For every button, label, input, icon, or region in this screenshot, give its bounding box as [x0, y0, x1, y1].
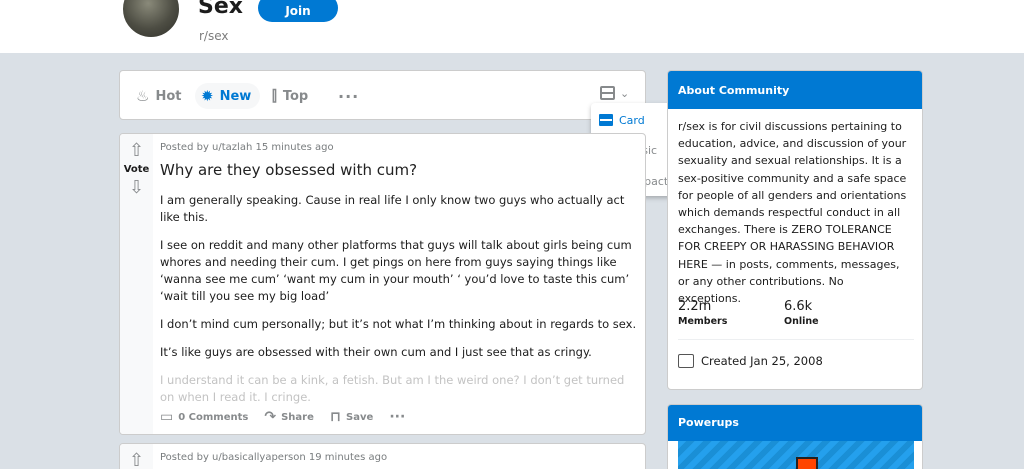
about-community-widget: About Community r/sex is for civil discu… [667, 70, 923, 390]
share-button[interactable]: ↷ Share [264, 409, 314, 425]
cake-icon [678, 354, 694, 368]
comments-label: 0 Comments [178, 411, 249, 423]
post-actions: ▭ 0 Comments ↷ Share ⊓ Save ··· [160, 409, 421, 425]
post-card[interactable]: ⇧ Posted by u/basicallyaperson 19 minute… [119, 443, 646, 469]
powerups-widget: Powerups [667, 404, 923, 469]
vote-column: ⇧ [120, 444, 153, 469]
subreddit-header: Sex Join r/sex [0, 0, 1024, 53]
comments-button[interactable]: ▭ 0 Comments [160, 409, 248, 425]
share-icon: ↷ [264, 409, 277, 425]
members-label: Members [678, 316, 728, 327]
online-stat: 6.6k Online [784, 299, 819, 327]
about-heading: About Community [668, 71, 922, 109]
post-meta[interactable]: Posted by u/tazlah 15 minutes ago [160, 142, 334, 153]
sort-hot-button[interactable]: ♨ Hot [136, 83, 181, 109]
upvote-icon[interactable]: ⇧ [129, 142, 144, 160]
sort-new-label: New [219, 88, 252, 104]
members-stat: 2.2m Members [678, 299, 727, 327]
post-paragraph: I am generally speaking. Cause in real l… [160, 193, 625, 224]
community-description: r/sex is for civil discussions pertainin… [678, 120, 907, 306]
post-meta[interactable]: Posted by u/basicallyaperson 19 minutes … [160, 452, 387, 463]
layout-option-card[interactable]: Card [599, 110, 645, 130]
sort-hot-label: Hot [155, 88, 182, 104]
created-label: Created Jan 25, 2008 [701, 354, 823, 368]
post-body: I am generally speaking. Cause in real l… [160, 192, 640, 417]
sort-top-button[interactable]: ⫿ Top [272, 83, 308, 109]
sort-bar: ♨ Hot ✹ New ⫿ Top ··· ⌄ [119, 70, 646, 120]
community-name: r/sex [199, 29, 229, 43]
downvote-icon[interactable]: ⇩ [129, 179, 144, 197]
post-paragraph: It’s like guys are obsessed with their o… [160, 345, 592, 359]
sparkle-icon: ✹ [201, 87, 214, 105]
vote-column: ⇧ Vote ⇩ [120, 134, 153, 434]
card-layout-icon [600, 86, 615, 100]
post-card[interactable]: ⇧ Vote ⇩ Posted by u/tazlah 15 minutes a… [119, 133, 646, 435]
chevron-down-icon: ⌄ [620, 86, 630, 100]
post-more-button[interactable]: ··· [389, 409, 405, 425]
save-label: Save [346, 411, 374, 423]
online-label: Online [784, 316, 819, 327]
save-button[interactable]: ⊓ Save [330, 409, 373, 425]
card-icon [599, 114, 613, 126]
community-avatar [120, 0, 182, 40]
layout-switch-button[interactable]: ⌄ [600, 86, 629, 100]
members-count: 2.2m [678, 299, 712, 314]
gift-icon [796, 457, 818, 469]
post-paragraph: I don’t mind cum personally; but it’s no… [160, 317, 637, 331]
share-label: Share [281, 411, 314, 423]
sort-top-label: Top [282, 88, 309, 104]
comment-icon: ▭ [160, 409, 174, 425]
divider [678, 339, 914, 340]
powerups-heading: Powerups [668, 405, 922, 441]
join-button[interactable]: Join [258, 0, 338, 22]
post-paragraph-faded: I understand it can be a kink, a fetish.… [160, 373, 625, 404]
vote-label: Vote [123, 164, 150, 175]
upvote-icon[interactable]: ⇧ [129, 452, 144, 469]
bookmark-icon: ⊓ [329, 409, 342, 425]
sort-new-button[interactable]: ✹ New [195, 83, 261, 109]
layout-option-card-label: Card [619, 113, 645, 127]
podium-icon: ⫿ [272, 87, 277, 105]
community-title: Sex [198, 0, 243, 19]
online-count: 6.6k [784, 299, 813, 314]
created-date: Created Jan 25, 2008 [678, 354, 823, 368]
flame-icon: ♨ [136, 87, 150, 105]
post-title[interactable]: Why are they obsessed with cum? [160, 161, 417, 179]
post-paragraph: I see on reddit and many other platforms… [160, 238, 632, 303]
sort-more-button[interactable]: ··· [338, 83, 359, 109]
